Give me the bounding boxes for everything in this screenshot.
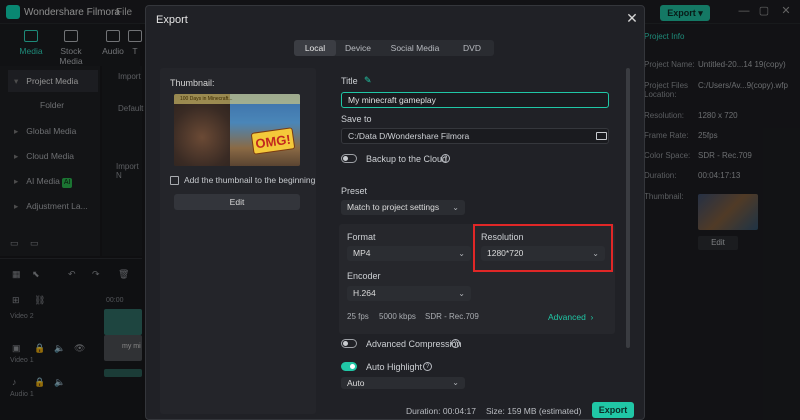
tab-social-media[interactable]: Social Media [380, 40, 450, 56]
chevron-down-icon: ⌄ [452, 378, 459, 387]
chevron-down-icon: ⌄ [452, 203, 459, 212]
thumbnail-label: Thumbnail: [170, 78, 215, 88]
chevron-down-icon: ⌄ [458, 289, 465, 298]
backup-cloud-label: Backup to the Cloud [366, 154, 448, 164]
encoder-dropdown[interactable]: H.264 ⌄ [347, 286, 471, 301]
tab-local[interactable]: Local [294, 40, 336, 56]
tab-device[interactable]: Device [336, 40, 380, 56]
help-icon[interactable]: ? [423, 362, 432, 371]
preset-dropdown[interactable]: Match to project settings ⌄ [341, 200, 465, 215]
auto-highlight-label: Auto Highlight [366, 362, 423, 372]
toggle-knob [350, 364, 355, 369]
help-icon[interactable]: ? [441, 154, 450, 163]
save-to-label: Save to [341, 114, 372, 124]
advanced-link[interactable]: Advanced › [548, 312, 593, 322]
toggle-knob [343, 156, 348, 161]
preset-value: Match to project settings [347, 202, 440, 212]
footer-duration: Duration: 00:04:17 [406, 406, 476, 416]
encoder-value: H.264 [353, 288, 376, 298]
export-dialog: Export ✕ Local Device Social Media DVD T… [145, 5, 645, 420]
fps-spec: 25 fps [347, 312, 369, 321]
thumbnail-edit-button[interactable]: Edit [174, 194, 300, 210]
footer-size: Size: 159 MB (estimated) [486, 406, 582, 416]
thumbnail-person [174, 94, 230, 166]
bitrate-spec: 5000 kbps [379, 312, 416, 321]
encoder-label: Encoder [347, 271, 381, 281]
thumbnail-card: Thumbnail: 100 Days in Minecraft... OMG!… [160, 68, 316, 414]
close-icon[interactable]: ✕ [624, 10, 640, 26]
title-label: Title [341, 76, 358, 86]
thumbnail-image[interactable]: 100 Days in Minecraft... OMG! [174, 94, 300, 166]
advanced-compression-label: Advanced Compression [366, 339, 462, 349]
chevron-down-icon: ⌄ [458, 249, 465, 258]
title-input[interactable]: My minecraft gameplay [341, 92, 609, 108]
chevron-down-icon: ⌄ [592, 249, 599, 258]
dialog-footer: Duration: 00:04:17 Size: 159 MB (estimat… [146, 400, 644, 420]
format-dropdown[interactable]: MP4 ⌄ [347, 246, 471, 261]
format-value: MP4 [353, 248, 371, 258]
dialog-title: Export [156, 14, 188, 26]
export-tabs: Local Device Social Media DVD [294, 40, 494, 56]
dialog-scrollbar[interactable] [626, 68, 630, 348]
add-thumbnail-checkbox[interactable] [170, 176, 179, 185]
backup-cloud-toggle[interactable] [341, 154, 357, 163]
save-to-input[interactable]: C:/Data D/Wondershare Filmora [341, 128, 609, 144]
ai-pencil-icon[interactable]: ✎ [364, 75, 372, 86]
preset-label: Preset [341, 186, 368, 196]
advanced-label: Advanced [548, 312, 586, 322]
format-label: Format [347, 232, 376, 242]
resolution-value: 1280*720 [487, 248, 524, 258]
thumbnail-title-text: 100 Days in Minecraft... [174, 94, 300, 104]
export-button[interactable]: Export [592, 402, 634, 418]
auto-highlight-toggle[interactable] [341, 362, 357, 371]
resolution-label: Resolution [481, 232, 524, 242]
auto-highlight-value: Auto [347, 378, 365, 388]
browse-folder-icon[interactable] [596, 132, 607, 140]
advanced-compression-toggle[interactable] [341, 339, 357, 348]
tab-dvd[interactable]: DVD [450, 40, 494, 56]
thumbnail-omg-text: OMG! [250, 127, 296, 155]
help-icon[interactable]: ? [451, 339, 460, 348]
auto-highlight-dropdown[interactable]: Auto ⌄ [341, 377, 465, 389]
color-spec: SDR - Rec.709 [425, 312, 479, 321]
add-thumbnail-label: Add the thumbnail to the beginning [184, 175, 316, 185]
resolution-dropdown[interactable]: 1280*720 ⌄ [481, 246, 605, 261]
toggle-knob [343, 341, 348, 346]
